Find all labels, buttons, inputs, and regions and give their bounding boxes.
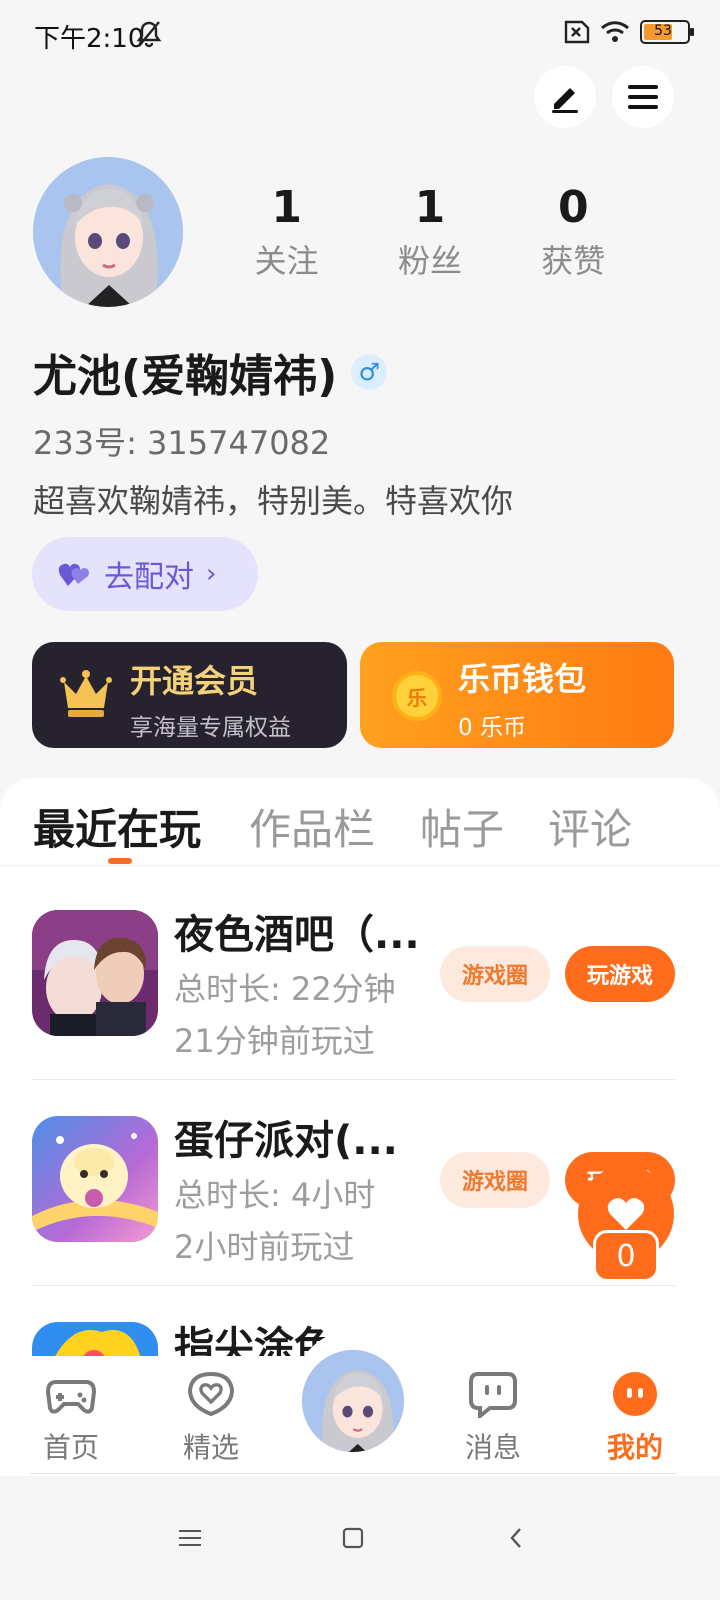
vip-card[interactable]: 开通会员 享海量专属权益	[32, 642, 347, 748]
game-name: 夜色酒吧（...	[174, 912, 420, 958]
stat-value: 0	[558, 182, 589, 233]
nav-label: 我的	[606, 1431, 663, 1464]
user-bio: 超喜欢鞠婧祎，特别美。特喜欢你	[33, 482, 514, 520]
battery-icon: 53	[640, 20, 694, 44]
chevron-right-icon: ›	[206, 559, 217, 589]
status-time: 下午2:10	[34, 24, 145, 54]
username-row: 尤池(爱鞠婧祎) ♂	[33, 340, 388, 404]
vip-subtitle: 享海量专属权益	[130, 715, 291, 741]
game-last-played: 21分钟前玩过	[174, 1022, 375, 1060]
sim-x-icon	[564, 20, 590, 44]
crown-icon	[60, 670, 112, 717]
stat-value: 1	[271, 182, 302, 233]
heart-icon	[607, 1198, 645, 1230]
back-chevron-icon	[510, 1528, 521, 1548]
avatar-illustration	[33, 157, 183, 307]
nav-label: 首页	[42, 1431, 99, 1464]
nav-home[interactable]: 首页	[16, 1370, 126, 1466]
game-name: 蛋仔派对(...	[174, 1118, 398, 1164]
tab-posts[interactable]: 帖子	[420, 796, 504, 857]
back-button[interactable]	[494, 1520, 538, 1556]
nav-me[interactable]: 我的	[580, 1370, 690, 1466]
double-heart-icon	[58, 563, 89, 586]
recents-icon	[179, 1530, 201, 1546]
play-game-button[interactable]: 玩游戏	[565, 946, 675, 1002]
nav-featured[interactable]: 精选	[156, 1370, 266, 1466]
battery-level: 53	[654, 23, 672, 39]
status-bar: 下午2:10 53	[0, 0, 720, 70]
wallet-balance: 0 乐币	[458, 715, 526, 741]
stat-label: 获赞	[541, 242, 606, 280]
edit-profile-button[interactable]	[534, 66, 596, 128]
divider	[30, 1473, 676, 1474]
user-id: 233号: 315747082	[33, 424, 331, 462]
game-icon	[32, 910, 158, 1036]
stat-label: 关注	[254, 242, 319, 280]
nav-messages[interactable]: 消息	[438, 1370, 548, 1466]
game-icon	[32, 1116, 158, 1242]
pair-button[interactable]: 去配对 ›	[32, 537, 258, 611]
male-icon: ♂	[351, 354, 388, 390]
wifi-icon	[601, 21, 629, 42]
hamburger-icon	[628, 85, 658, 109]
username: 尤池(爱鞠婧祎)	[33, 351, 338, 402]
game-circle-button[interactable]: 游戏圈	[440, 946, 550, 1002]
message-icon	[469, 1372, 517, 1421]
status-icons: 53	[560, 20, 694, 44]
game-circle-button[interactable]: 游戏圈	[440, 1152, 550, 1208]
game-duration: 总时长: 22分钟	[174, 970, 396, 1008]
nav-label: 精选	[182, 1431, 239, 1464]
tab-indicator	[108, 858, 132, 864]
pen-icon	[552, 88, 578, 113]
me-icon	[613, 1372, 657, 1416]
gamepad-icon	[45, 1380, 97, 1414]
home-button[interactable]	[331, 1520, 375, 1556]
coin-icon: 乐	[392, 671, 442, 721]
vip-title: 开通会员	[130, 662, 259, 700]
stat-value: 1	[414, 182, 446, 233]
tab-recent-played[interactable]: 最近在玩	[33, 796, 201, 857]
stat-label: 粉丝	[397, 242, 462, 280]
like-count-badge: 0	[593, 1230, 659, 1282]
game-last-played: 2小时前玩过	[174, 1228, 355, 1266]
stat-following[interactable]: 1 关注	[217, 180, 357, 286]
tab-comments[interactable]: 评论	[548, 796, 632, 857]
system-nav-bar	[0, 1476, 720, 1600]
nav-label: 消息	[464, 1431, 521, 1464]
heart-chat-icon	[187, 1371, 235, 1417]
game-row[interactable]: 夜色酒吧（... 总时长: 22分钟 21分钟前玩过 游戏圈 玩游戏	[0, 874, 720, 1080]
recents-button[interactable]	[168, 1520, 212, 1556]
stat-followers[interactable]: 1 粉丝	[360, 180, 500, 286]
wallet-title: 乐币钱包	[458, 660, 587, 698]
nav-avatar-button[interactable]	[298, 1346, 408, 1456]
menu-button[interactable]	[612, 66, 674, 128]
bell-off-icon	[136, 21, 162, 48]
wallet-card[interactable]: 乐 乐币钱包 0 乐币	[360, 642, 674, 748]
pair-label: 去配对	[104, 560, 194, 595]
profile-avatar[interactable]	[33, 157, 183, 307]
home-square-icon	[342, 1527, 364, 1549]
stat-likes[interactable]: 0 获赞	[503, 180, 643, 286]
profile-tabs: 最近在玩 作品栏 帖子 评论	[0, 778, 720, 866]
tab-works[interactable]: 作品栏	[249, 796, 375, 857]
game-duration: 总时长: 4小时	[174, 1176, 376, 1214]
profile-stats: 1 关注 1 粉丝 0 获赞	[215, 180, 645, 286]
